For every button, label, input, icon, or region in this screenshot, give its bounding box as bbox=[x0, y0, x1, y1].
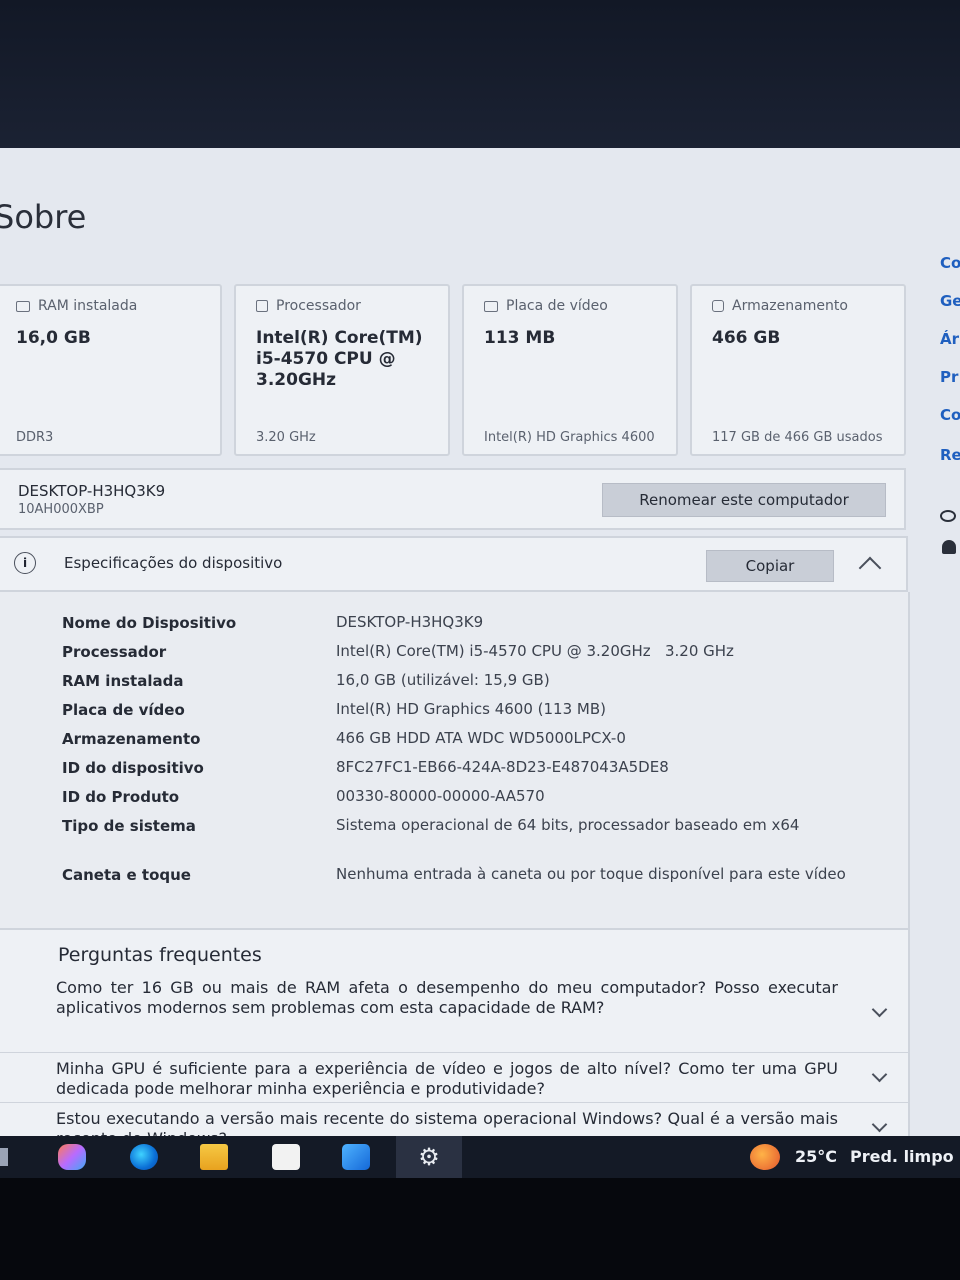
taskbar: ⚙ 25°C Pred. limpo bbox=[0, 1136, 960, 1178]
spec-value: 8FC27FC1-EB66-424A-8D23-E487043A5DE8 bbox=[336, 758, 669, 776]
chevron-down-icon[interactable] bbox=[871, 1066, 888, 1083]
display-icon bbox=[484, 300, 498, 312]
storage-card-value: 466 GB bbox=[712, 328, 781, 348]
spec-value: 00330-80000-00000-AA570 bbox=[336, 787, 545, 805]
chevron-down-icon[interactable] bbox=[871, 1001, 888, 1018]
spec-label: ID do dispositivo bbox=[62, 759, 204, 777]
spec-value: DESKTOP-H3HQ3K9 bbox=[336, 613, 484, 631]
edge-icon[interactable] bbox=[130, 1144, 158, 1170]
page-title: Sobre bbox=[0, 198, 87, 236]
gpu-card: Placa de vídeo 113 MB Intel(R) HD Graphi… bbox=[462, 284, 678, 456]
spec-label: Nome do Dispositivo bbox=[62, 614, 237, 632]
device-name-panel: DESKTOP-H3HQ3K9 10AH000XBP Renomear este… bbox=[0, 468, 906, 530]
storage-card: Armazenamento 466 GB 117 GB de 466 GB us… bbox=[690, 284, 906, 456]
faq-item[interactable]: Minha GPU é suficiente para a experiênci… bbox=[0, 1052, 910, 1103]
device-name: DESKTOP-H3HQ3K9 bbox=[18, 482, 166, 500]
widgets-icon[interactable] bbox=[0, 1148, 8, 1166]
spec-label: RAM instalada bbox=[62, 672, 184, 690]
chevron-up-icon[interactable] bbox=[858, 556, 882, 580]
ram-card: RAM instalada 16,0 GB DDR3 bbox=[0, 284, 222, 456]
faq-item[interactable]: Estou executando a versão mais recente d… bbox=[0, 1102, 910, 1138]
related-link[interactable]: Co bbox=[940, 406, 960, 424]
spec-label: Tipo de sistema bbox=[62, 817, 196, 835]
weather-icon[interactable] bbox=[750, 1144, 780, 1170]
spec-value: 466 GB HDD ATA WDC WD5000LPCX-0 bbox=[336, 729, 626, 747]
settings-icon[interactable]: ⚙ bbox=[416, 1144, 442, 1170]
file-explorer-icon[interactable] bbox=[200, 1144, 228, 1170]
specs-title: Especificações do dispositivo bbox=[64, 554, 283, 572]
monitor-bezel-bottom bbox=[0, 1178, 960, 1280]
spec-value: Nenhuma entrada à caneta ou por toque di… bbox=[336, 865, 846, 883]
weather-description[interactable]: Pred. limpo bbox=[850, 1147, 954, 1166]
gpu-card-sub: Intel(R) HD Graphics 4600 bbox=[484, 430, 655, 445]
spec-value: 16,0 GB (utilizável: 15,9 GB) bbox=[336, 671, 550, 689]
faq-question: Como ter 16 GB ou mais de RAM afeta o de… bbox=[56, 978, 838, 1017]
feedback-icon[interactable] bbox=[942, 540, 956, 554]
gpu-card-value: 113 MB bbox=[484, 328, 556, 348]
device-specs-header[interactable]: i Especificações do dispositivo Copiar bbox=[0, 536, 908, 592]
processor-icon bbox=[256, 300, 268, 312]
device-model: 10AH000XBP bbox=[18, 502, 104, 517]
processor-card-value: Intel(R) Core(TM) i5-4570 CPU @ 3.20GHz bbox=[256, 328, 423, 390]
storage-card-sub: 117 GB de 466 GB usados bbox=[712, 430, 883, 445]
related-link[interactable]: Ár bbox=[940, 330, 959, 348]
spec-label: Placa de vídeo bbox=[62, 701, 185, 719]
chevron-down-icon[interactable] bbox=[871, 1116, 888, 1133]
memory-icon bbox=[16, 300, 30, 312]
spec-value: Intel(R) Core(TM) i5-4570 CPU @ 3.20GHz … bbox=[336, 642, 734, 660]
related-link[interactable]: Ge bbox=[940, 292, 960, 310]
copy-button[interactable]: Copiar bbox=[706, 550, 834, 582]
spec-value: Sistema operacional de 64 bits, processa… bbox=[336, 816, 800, 834]
related-link[interactable]: Co bbox=[940, 254, 960, 272]
outlook-icon[interactable] bbox=[342, 1144, 370, 1170]
related-link[interactable]: Re bbox=[940, 446, 960, 464]
processor-card-sub: 3.20 GHz bbox=[256, 430, 316, 445]
spec-value: Intel(R) HD Graphics 4600 (113 MB) bbox=[336, 700, 606, 718]
processor-card: Processador Intel(R) Core(TM) i5-4570 CP… bbox=[234, 284, 450, 456]
ram-card-title: RAM instalada bbox=[38, 298, 138, 314]
store-icon[interactable] bbox=[272, 1144, 300, 1170]
device-specs-body: Nome do Dispositivo DESKTOP-H3HQ3K9 Proce… bbox=[0, 592, 910, 928]
ram-card-sub: DDR3 bbox=[16, 430, 54, 445]
help-icon[interactable] bbox=[940, 510, 956, 522]
settings-window: Sobre RAM instalada 16,0 GB DDR3 Process… bbox=[0, 148, 960, 1138]
info-icon: i bbox=[14, 552, 36, 574]
faq-section: Perguntas frequentes Como ter 16 GB ou m… bbox=[0, 928, 910, 1138]
spec-label: Caneta e toque bbox=[62, 866, 191, 884]
storage-card-title: Armazenamento bbox=[732, 298, 848, 314]
copilot-icon[interactable] bbox=[58, 1144, 86, 1170]
rename-pc-button[interactable]: Renomear este computador bbox=[602, 483, 886, 517]
related-link[interactable]: Pr bbox=[940, 368, 958, 386]
gpu-card-title: Placa de vídeo bbox=[506, 298, 608, 314]
faq-title: Perguntas frequentes bbox=[58, 944, 262, 966]
spec-label: ID do Produto bbox=[62, 788, 180, 806]
spec-label: Processador bbox=[62, 643, 167, 661]
monitor-bezel-top bbox=[0, 0, 960, 150]
faq-question: Estou executando a versão mais recente d… bbox=[56, 1109, 838, 1138]
ram-card-value: 16,0 GB bbox=[16, 328, 91, 348]
faq-item[interactable]: Como ter 16 GB ou mais de RAM afeta o de… bbox=[0, 978, 910, 1052]
temperature[interactable]: 25°C bbox=[795, 1147, 837, 1166]
faq-question: Minha GPU é suficiente para a experiênci… bbox=[56, 1059, 838, 1098]
processor-card-title: Processador bbox=[276, 298, 361, 314]
storage-icon bbox=[712, 300, 724, 312]
spec-label: Armazenamento bbox=[62, 730, 201, 748]
